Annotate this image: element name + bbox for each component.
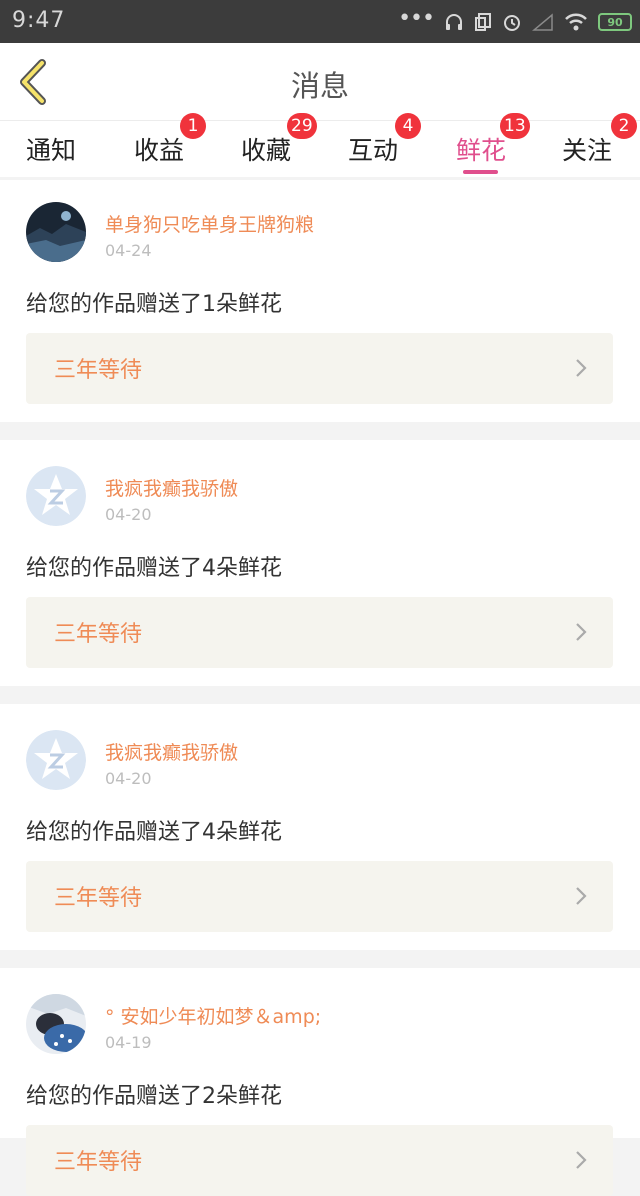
work-link[interactable]: 三年等待 <box>26 1125 613 1196</box>
username[interactable]: 我疯我癫我骄傲 <box>105 474 238 501</box>
message-text: 给您的作品赠送了4朵鲜花 <box>26 820 282 845</box>
avatar[interactable] <box>26 730 86 790</box>
avatar[interactable] <box>26 466 86 526</box>
favorites-badge: 29 <box>287 113 317 139</box>
tab-interaction[interactable]: 互动 <box>348 131 398 167</box>
avatar[interactable] <box>26 994 86 1054</box>
work-title: 三年等待 <box>54 1150 143 1175</box>
work-link[interactable]: 三年等待 <box>26 597 613 668</box>
chevron-right-icon <box>576 887 587 905</box>
battery-level: 90 <box>607 15 623 29</box>
status-icons: ••• 90 <box>398 6 632 35</box>
username[interactable]: ° 安如少年初如梦＆amp; <box>105 1002 321 1029</box>
wifi-icon <box>565 13 587 31</box>
chevron-right-icon <box>576 1151 587 1169</box>
flowers-badge: 13 <box>500 113 530 139</box>
alarm-icon <box>504 15 520 31</box>
work-title: 三年等待 <box>54 622 143 647</box>
work-title: 三年等待 <box>54 358 143 383</box>
chevron-right-icon <box>576 359 587 377</box>
message-card: 单身狗只吃单身王牌狗粮 04-24 给您的作品赠送了1朵鲜花 三年等待 <box>0 180 640 422</box>
avatar[interactable] <box>26 202 86 262</box>
screen-icon <box>475 13 491 31</box>
status-time: 9:47 <box>12 8 66 33</box>
message-date: 04-19 <box>105 1033 152 1052</box>
status-bar: 9:47 ••• 90 <box>0 0 640 43</box>
message-text: 给您的作品赠送了1朵鲜花 <box>26 292 282 317</box>
tab-flowers[interactable]: 鲜花 <box>456 131 506 167</box>
message-card: 我疯我癫我骄傲 04-20 给您的作品赠送了4朵鲜花 三年等待 <box>0 440 640 686</box>
chevron-right-icon <box>576 623 587 641</box>
tab-favorites[interactable]: 收藏 <box>241 131 291 167</box>
tab-follow[interactable]: 关注 <box>562 131 612 167</box>
username[interactable]: 单身狗只吃单身王牌狗粮 <box>105 210 314 237</box>
page-title: 消息 <box>290 69 349 103</box>
message-date: 04-20 <box>105 769 152 788</box>
signal-icon <box>532 13 553 31</box>
header: 消息 <box>0 43 640 121</box>
work-title: 三年等待 <box>54 886 143 911</box>
work-link[interactable]: 三年等待 <box>26 861 613 932</box>
battery-icon: 90 <box>598 13 632 31</box>
tab-notice[interactable]: 通知 <box>26 131 76 167</box>
message-text: 给您的作品赠送了4朵鲜花 <box>26 556 282 581</box>
interaction-badge: 4 <box>395 113 421 139</box>
message-text: 给您的作品赠送了2朵鲜花 <box>26 1084 282 1109</box>
message-date: 04-24 <box>105 241 152 260</box>
username[interactable]: 我疯我癫我骄傲 <box>105 738 238 765</box>
message-card: 我疯我癫我骄傲 04-20 给您的作品赠送了4朵鲜花 三年等待 <box>0 704 640 950</box>
message-card: ° 安如少年初如梦＆amp; 04-19 给您的作品赠送了2朵鲜花 三年等待 <box>0 968 640 1196</box>
active-tab-indicator <box>463 170 498 174</box>
headset-icon <box>446 14 462 30</box>
work-link[interactable]: 三年等待 <box>26 333 613 404</box>
income-badge: 1 <box>180 113 206 139</box>
tab-bar: 通知 收益 1 收藏 29 互动 4 鲜花 13 关注 2 <box>0 113 640 177</box>
follow-badge: 2 <box>611 113 637 139</box>
tab-income[interactable]: 收益 <box>134 131 184 167</box>
dots-icon: ••• <box>398 6 435 31</box>
message-date: 04-20 <box>105 505 152 524</box>
